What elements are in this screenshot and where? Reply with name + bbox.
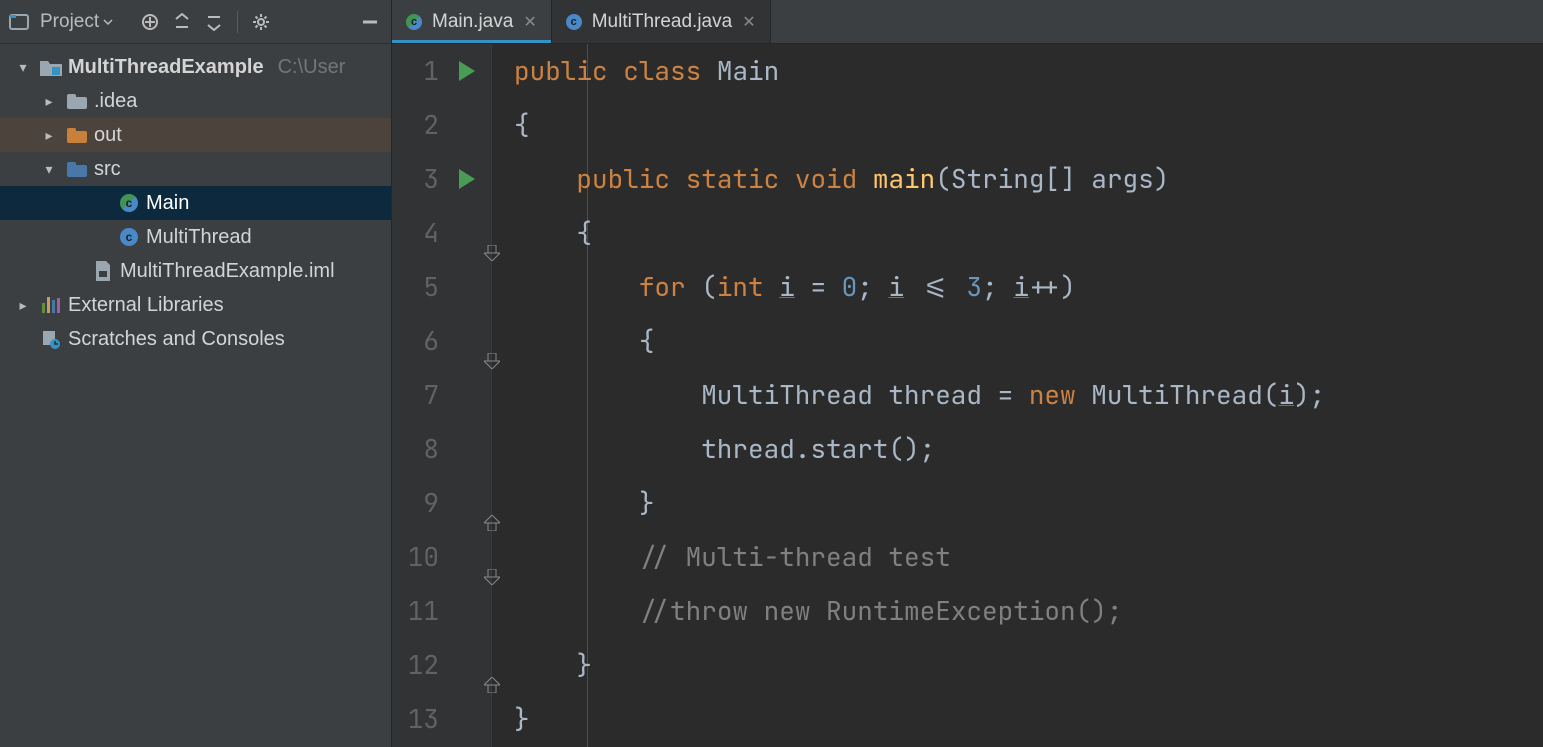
editor-tab-main[interactable]: c Main.java ✕ (392, 0, 552, 43)
line-number: 7 (423, 368, 439, 422)
line-number: 9 (423, 476, 439, 530)
run-gutter-icon[interactable] (459, 169, 475, 189)
editor-area: c Main.java ✕ c MultiThread.java ✕ 1 2 3… (392, 0, 1543, 747)
tree-item-label: out (94, 124, 122, 147)
editor-tabbar: c Main.java ✕ c MultiThread.java ✕ (392, 0, 1543, 44)
collapse-all-icon[interactable] (201, 9, 227, 35)
code-area[interactable]: public class Main { public static void m… (492, 44, 1543, 747)
java-class-icon: c (118, 226, 140, 248)
chevron-down-icon[interactable]: ▾ (38, 161, 60, 178)
tree-idea-folder[interactable]: ▸ .idea (0, 84, 391, 118)
tab-label: MultiThread.java (592, 11, 732, 33)
toolbar-separator (237, 11, 238, 33)
project-toolbar: Project (0, 0, 391, 44)
tab-label: Main.java (432, 11, 513, 33)
scratches-icon (40, 328, 62, 350)
line-number: 3 (423, 152, 439, 206)
tree-main-class[interactable]: ▸ c Main (0, 186, 391, 220)
tree-item-label: src (94, 158, 121, 181)
close-tab-icon[interactable]: ✕ (742, 12, 755, 32)
line-number: 13 (408, 692, 439, 746)
chevron-right-icon[interactable]: ▸ (12, 297, 34, 314)
hide-panel-icon[interactable] (357, 9, 383, 35)
expand-all-icon[interactable] (169, 9, 195, 35)
line-number: 1 (423, 44, 439, 98)
tree-item-label: Scratches and Consoles (68, 328, 285, 351)
chevron-right-icon[interactable]: ▸ (38, 127, 60, 144)
project-path: C:\User (278, 56, 346, 79)
project-panel: Project ▾ (0, 0, 392, 747)
editor-body[interactable]: 1 2 3 4 5 6 7 8 9 10 11 12 (392, 44, 1543, 747)
tree-item-label: External Libraries (68, 294, 224, 317)
project-name: MultiThreadExample (68, 56, 264, 79)
line-number: 10 (408, 530, 439, 584)
tree-root-project[interactable]: ▾ MultiThreadExample C:\User (0, 50, 391, 84)
java-class-runnable-icon: c (118, 192, 140, 214)
run-gutter-icon[interactable] (459, 61, 475, 81)
chevron-down-icon[interactable]: ▾ (12, 59, 34, 76)
editor-tab-multithread[interactable]: c MultiThread.java ✕ (552, 0, 771, 43)
line-number: 8 (423, 422, 439, 476)
chevron-down-icon (103, 17, 113, 27)
line-number: 6 (423, 314, 439, 368)
iml-file-icon (92, 260, 114, 282)
libraries-icon (40, 294, 62, 316)
tree-scratches[interactable]: ▸ Scratches and Consoles (0, 322, 391, 356)
line-number: 11 (408, 584, 439, 638)
tree-iml-file[interactable]: ▸ MultiThreadExample.iml (0, 254, 391, 288)
tree-item-label: Main (146, 192, 189, 215)
module-folder-icon (40, 56, 62, 78)
source-folder-icon (66, 158, 88, 180)
line-number: 12 (408, 638, 439, 692)
editor-gutter[interactable]: 1 2 3 4 5 6 7 8 9 10 11 12 (392, 44, 492, 747)
tree-item-label: MultiThread (146, 226, 252, 249)
tree-multithread-class[interactable]: ▸ c MultiThread (0, 220, 391, 254)
project-view-icon[interactable] (6, 9, 32, 35)
folder-icon (66, 90, 88, 112)
java-class-runnable-icon: c (406, 14, 422, 30)
project-dropdown[interactable]: Project (38, 11, 119, 33)
tree-item-label: .idea (94, 90, 137, 113)
java-class-icon: c (566, 14, 582, 30)
select-opened-file-icon[interactable] (137, 9, 163, 35)
tree-out-folder[interactable]: ▸ out (0, 118, 391, 152)
excluded-folder-icon (66, 124, 88, 146)
tree-external-libraries[interactable]: ▸ External Libraries (0, 288, 391, 322)
tree-src-folder[interactable]: ▾ src (0, 152, 391, 186)
project-tree[interactable]: ▾ MultiThreadExample C:\User ▸ .idea ▸ o… (0, 44, 391, 747)
close-tab-icon[interactable]: ✕ (523, 12, 536, 32)
settings-gear-icon[interactable] (248, 9, 274, 35)
line-number: 5 (423, 260, 439, 314)
project-panel-title: Project (40, 11, 99, 33)
line-number: 2 (423, 98, 439, 152)
chevron-right-icon[interactable]: ▸ (38, 93, 60, 110)
tree-item-label: MultiThreadExample.iml (120, 260, 335, 283)
line-number: 4 (423, 206, 439, 260)
